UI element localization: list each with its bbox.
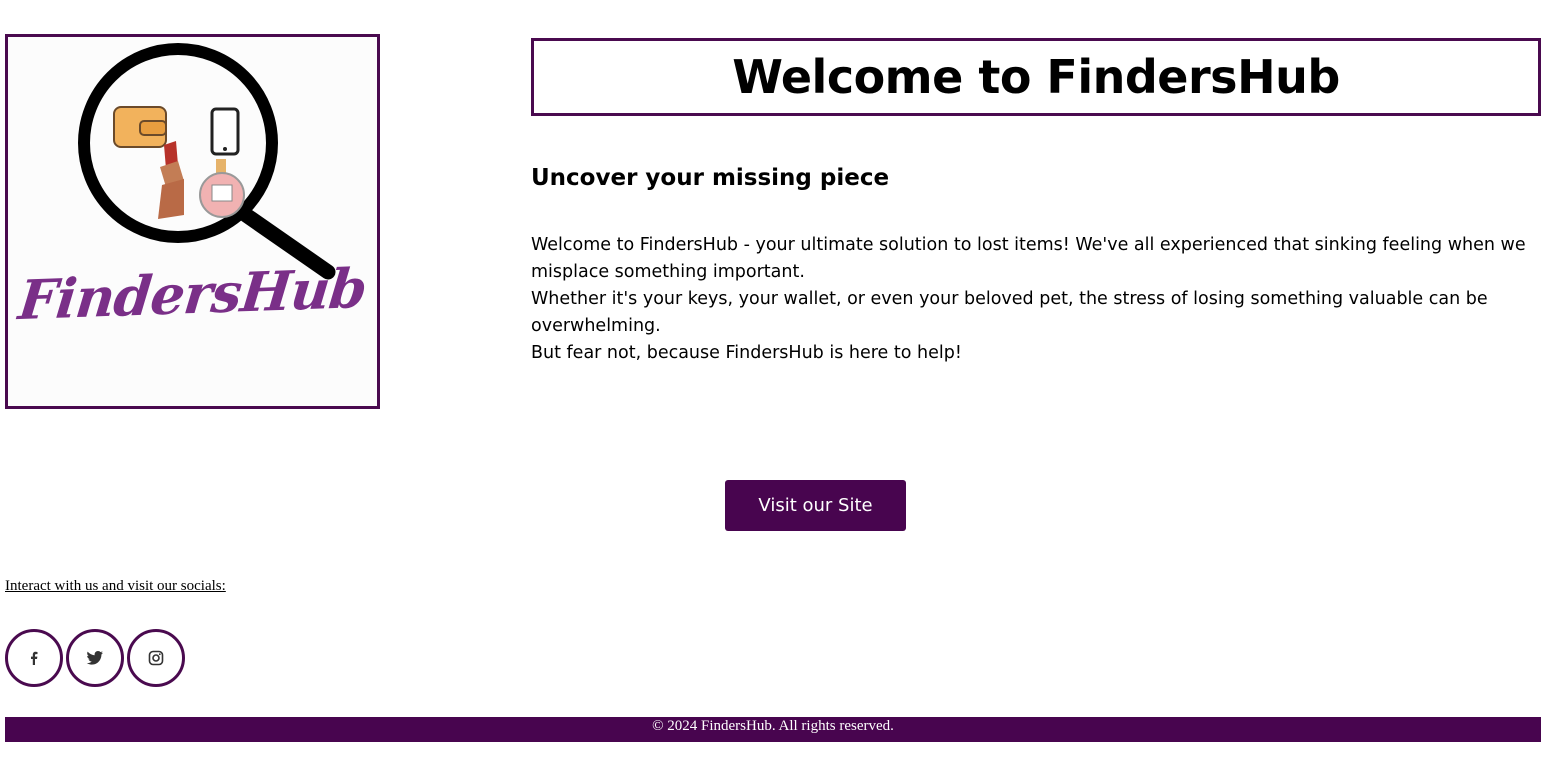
lipstick-icon <box>158 141 184 219</box>
instagram-icon <box>148 650 164 666</box>
socials-link[interactable]: Interact with us and visit our socials: <box>5 578 226 595</box>
page-title: Welcome to FindersHub <box>732 50 1340 104</box>
perfume-icon <box>199 159 245 218</box>
intro-text: Welcome to FindersHub - your ultimate so… <box>531 232 1541 367</box>
twitter-button[interactable] <box>66 629 124 687</box>
intro-paragraph: Welcome to FindersHub - your ultimate so… <box>531 235 1526 282</box>
intro-paragraph: But fear not, because FindersHub is here… <box>531 343 962 363</box>
instagram-button[interactable] <box>127 629 185 687</box>
intro-paragraph: Whether it's your keys, your wallet, or … <box>531 289 1488 336</box>
phone-icon <box>210 107 240 156</box>
logo: FindersHub <box>5 34 380 409</box>
page: FindersHub Welcome to FindersHub Uncover… <box>0 0 1544 774</box>
logo-wordmark: FindersHub <box>15 255 370 333</box>
twitter-icon <box>86 651 103 665</box>
wallet-icon <box>113 106 167 148</box>
social-icons <box>5 629 188 687</box>
subtitle: Uncover your missing piece <box>531 165 890 191</box>
title-box: Welcome to FindersHub <box>531 38 1541 116</box>
facebook-button[interactable] <box>5 629 63 687</box>
footer: © 2024 FindersHub. All rights reserved. <box>5 717 1541 742</box>
magnifier-logo-graphic <box>78 43 336 280</box>
visit-site-button[interactable]: Visit our Site <box>725 480 906 531</box>
facebook-icon <box>31 651 38 665</box>
